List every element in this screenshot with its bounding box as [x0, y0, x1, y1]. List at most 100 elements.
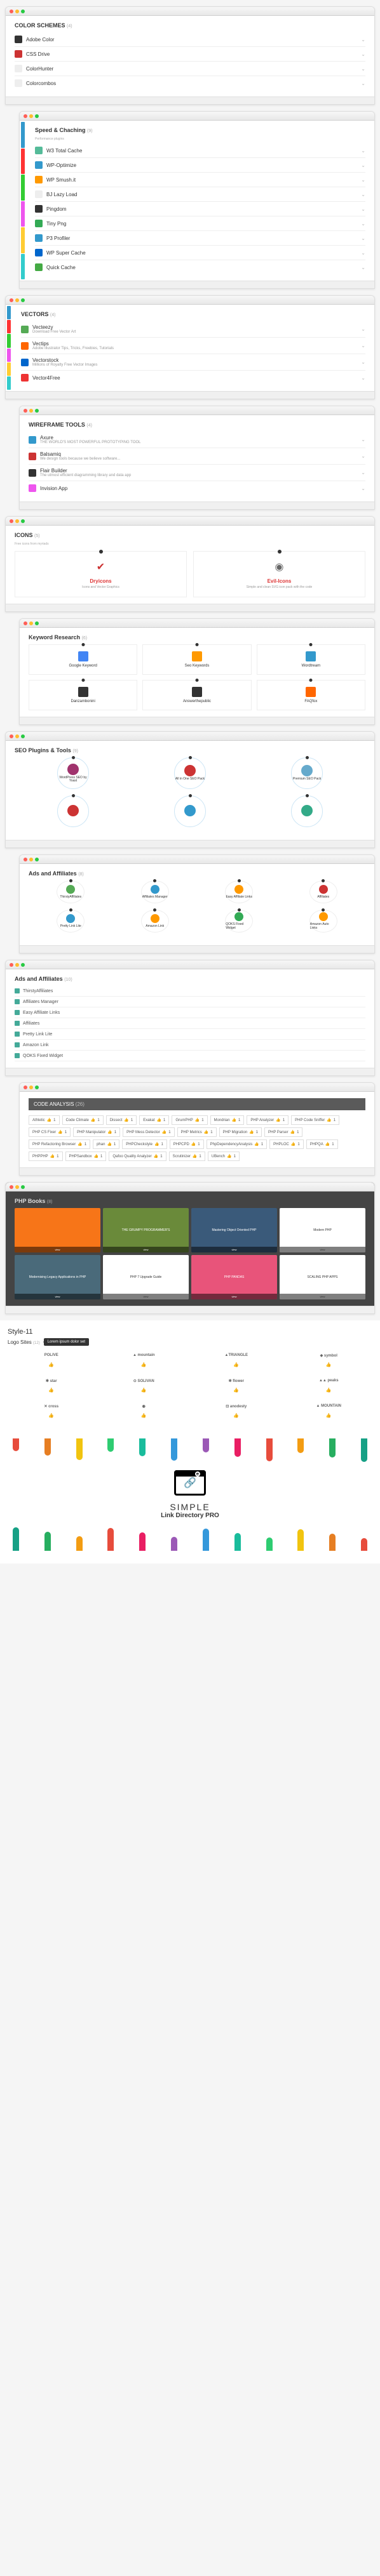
code-tag[interactable]: Qafoo Quality Analyzer👍1 — [109, 1152, 166, 1161]
code-tag[interactable]: Dissect👍1 — [106, 1115, 137, 1125]
list-item[interactable]: Colorcombos⌄ — [15, 76, 365, 90]
sidebar-color-tab[interactable] — [21, 149, 25, 175]
logo-item[interactable]: ✕ cross👍 — [8, 1402, 95, 1418]
sidebar-color-tab[interactable] — [7, 334, 11, 347]
list-item[interactable]: Affiliates Manager — [15, 997, 365, 1007]
logo-item[interactable]: ◆ symbol👍 — [285, 1351, 373, 1367]
logo-item[interactable]: ◉👍 — [100, 1402, 188, 1418]
book-card[interactable]: Modern PHPview — [280, 1208, 365, 1252]
thumb-icon[interactable]: 👍 — [100, 1388, 188, 1393]
logo-item[interactable]: POLIVE👍 — [8, 1351, 95, 1367]
list-item[interactable]: Vector4Free⌄ — [21, 371, 365, 385]
list-item[interactable]: Invision App⌄ — [29, 481, 365, 495]
book-card[interactable]: view — [15, 1208, 100, 1252]
list-item[interactable]: Pingdom⌄ — [35, 202, 365, 216]
thumb-icon[interactable]: 👍 — [8, 1362, 95, 1367]
list-item[interactable]: ColorHunter⌄ — [15, 62, 365, 76]
logo-item[interactable]: ▲TRIANGLE👍 — [193, 1351, 280, 1367]
thumb-icon[interactable]: 👍 — [193, 1388, 280, 1393]
seo-circle[interactable]: All in One SEO Pack — [174, 757, 206, 789]
list-item[interactable]: BJ Lazy Load⌄ — [35, 187, 365, 202]
thumb-icon[interactable]: 👍 — [285, 1362, 373, 1367]
list-item[interactable]: Amazon Link — [15, 1040, 365, 1051]
ads-oval[interactable]: Pretty Link Lite — [57, 910, 85, 933]
book-card[interactable]: PHP PANDASview — [191, 1255, 277, 1299]
logo-item[interactable]: ▲ MOUNTAIN👍 — [285, 1402, 373, 1418]
code-tag[interactable]: PHP Analyzer👍1 — [247, 1115, 288, 1125]
code-tag[interactable]: PHPQA👍1 — [306, 1139, 338, 1149]
code-tag[interactable]: PHP CS Fixer👍1 — [29, 1127, 71, 1137]
seo-circle[interactable]: Premium SEO Pack — [291, 757, 323, 789]
list-item[interactable]: Tiny Png⌄ — [35, 216, 365, 231]
thumb-icon[interactable]: 👍 — [285, 1388, 373, 1393]
code-tag[interactable]: phan👍1 — [93, 1139, 119, 1149]
logo-item[interactable]: ⊙ SOLIVAN👍 — [100, 1376, 188, 1393]
ads-oval[interactable]: QOKS Fixed Widget — [225, 910, 253, 933]
ads-oval[interactable]: Amazon Auto Links — [309, 910, 337, 933]
minimize-icon[interactable] — [15, 10, 19, 13]
keyword-card[interactable]: Answerthepublic — [142, 680, 251, 710]
maximize-icon[interactable] — [21, 10, 25, 13]
code-tag[interactable]: GrumPHP👍1 — [172, 1115, 207, 1125]
list-item[interactable]: WP Super Cache⌄ — [35, 246, 365, 260]
logo-item[interactable]: ❋ flower👍 — [193, 1376, 280, 1393]
thumb-icon[interactable]: 👍 — [100, 1362, 188, 1367]
logo-item[interactable]: ▲▲ peaks👍 — [285, 1376, 373, 1393]
seo-circle[interactable] — [291, 795, 323, 827]
ads-oval[interactable]: Affiliates Manager — [141, 880, 169, 903]
sidebar-color-tab[interactable] — [7, 306, 11, 319]
sidebar-color-tab[interactable] — [21, 254, 25, 280]
code-tag[interactable]: PHPCPD👍1 — [170, 1139, 204, 1149]
icon-card[interactable]: ✔DryiconsIcons and Vector Graphics — [15, 551, 187, 597]
book-card[interactable]: Modernising Legacy Applications in PHPvi… — [15, 1255, 100, 1299]
sidebar-color-tab[interactable] — [21, 122, 25, 148]
list-item[interactable]: Affiliates — [15, 1018, 365, 1029]
thumb-icon[interactable]: 👍 — [193, 1413, 280, 1418]
list-item[interactable]: Flair BuilderThe utmost efficient diagra… — [29, 465, 365, 481]
thumb-icon[interactable]: 👍 — [100, 1413, 188, 1418]
list-item[interactable]: Pretty Link Lite — [15, 1029, 365, 1040]
list-item[interactable]: VectorstockMillions of Royalty Free Vect… — [21, 354, 365, 371]
thumb-icon[interactable]: 👍 — [193, 1362, 280, 1367]
seo-circle[interactable] — [174, 795, 206, 827]
seo-circle[interactable]: WordPress SEO by Yoast — [57, 757, 89, 789]
ads-oval[interactable]: Easy Affiliate Links — [225, 880, 253, 903]
list-item[interactable]: Easy Affiliate Links — [15, 1007, 365, 1018]
thumb-icon[interactable]: 👍 — [8, 1413, 95, 1418]
keyword-card[interactable]: FAQfox — [257, 680, 365, 710]
list-item[interactable]: P3 Profiler⌄ — [35, 231, 365, 246]
keyword-card[interactable]: Wordtream — [257, 644, 365, 675]
sidebar-color-tab[interactable] — [7, 349, 11, 362]
code-tag[interactable]: PHP Metrics👍1 — [177, 1127, 217, 1137]
list-item[interactable]: VectipsAdobe Illustrator Tips, Tricks, F… — [21, 338, 365, 354]
code-tag[interactable]: Athletic👍1 — [29, 1115, 60, 1125]
thumb-icon[interactable]: 👍 — [8, 1388, 95, 1393]
sidebar-color-tab[interactable] — [21, 175, 25, 201]
code-tag[interactable]: PHP Manipulator👍1 — [73, 1127, 120, 1137]
code-tag[interactable]: UBench👍1 — [208, 1152, 240, 1161]
seo-circle[interactable] — [57, 795, 89, 827]
ads-oval[interactable]: ThirstyAffiliates — [57, 880, 85, 903]
ads-oval[interactable]: Amazon Link — [141, 910, 169, 933]
sidebar-color-tab[interactable] — [21, 227, 25, 253]
list-item[interactable]: WP-Optimize⌄ — [35, 158, 365, 173]
sidebar-color-tab[interactable] — [7, 376, 11, 390]
list-item[interactable]: Quick Cache⌄ — [35, 260, 365, 274]
list-item[interactable]: QOKS Fixed Widget — [15, 1051, 365, 1061]
icon-card[interactable]: ◉Evil-IconsSimple and clean SVG icon pac… — [193, 551, 365, 597]
keyword-card[interactable]: Danzambonini — [29, 680, 137, 710]
book-card[interactable]: SCALING PHP APPSview — [280, 1255, 365, 1299]
list-item[interactable]: WP Smush.it⌄ — [35, 173, 365, 187]
code-tag[interactable]: PHP Parser👍1 — [264, 1127, 302, 1137]
logo-item[interactable]: ▲ mountain👍 — [100, 1351, 188, 1367]
list-item[interactable]: VecteezyDownload Free Vector Art⌄ — [21, 321, 365, 338]
code-tag[interactable]: Mondrian👍1 — [210, 1115, 245, 1125]
close-icon[interactable] — [10, 10, 13, 13]
code-tag[interactable]: Scrutinizer👍1 — [169, 1152, 205, 1161]
sidebar-color-tab[interactable] — [7, 362, 11, 376]
book-card[interactable]: Mastering Object Oriented PHPview — [191, 1208, 277, 1252]
code-tag[interactable]: PHP Migration👍1 — [219, 1127, 262, 1137]
book-card[interactable]: PHP 7 Upgrade Guideview — [103, 1255, 189, 1299]
logo-item[interactable]: ⊡ anodesty👍 — [193, 1402, 280, 1418]
code-tag[interactable]: PHP Refactoring Browser👍1 — [29, 1139, 90, 1149]
